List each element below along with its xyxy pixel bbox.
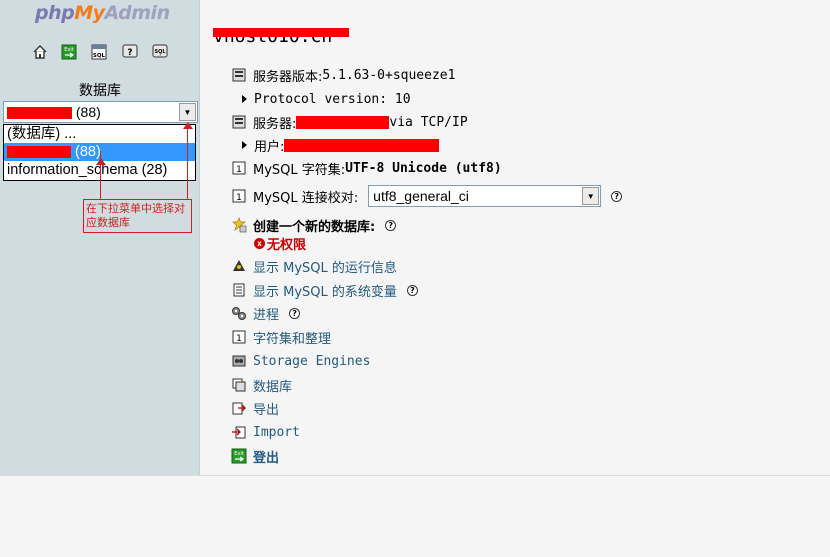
redaction — [213, 28, 349, 37]
new-database-icon — [231, 217, 247, 233]
exit-icon: Exit — [231, 448, 247, 464]
svg-text:SQL: SQL — [93, 53, 106, 59]
svg-text:?: ? — [159, 53, 161, 58]
redaction — [7, 146, 71, 159]
database-select-value: (88) — [7, 104, 101, 120]
import-icon — [231, 424, 247, 440]
database-label: 数据库 — [79, 83, 121, 99]
link-import[interactable]: Import — [231, 422, 300, 442]
link-logout[interactable]: Exit 登出 — [231, 446, 279, 466]
exit-icon[interactable]: Exit — [61, 44, 77, 60]
sql-doc-icon[interactable]: SQL? — [152, 44, 168, 60]
database-option-placeholder[interactable]: (数据库) ... — [4, 125, 195, 143]
protocol-row: Protocol version: 10 — [231, 89, 411, 109]
collation-select[interactable]: utf8_general_ci ▼ — [368, 185, 602, 207]
server-icon — [231, 67, 247, 83]
phpmyadmin-logo[interactable]: phpMyAdmin — [35, 2, 170, 24]
redaction — [284, 138, 440, 152]
no-permission-row: x 无权限 — [254, 233, 306, 253]
help-icon[interactable]: ? — [385, 219, 397, 231]
annotation-box: 在下拉菜单中选择对应数据库 — [83, 199, 192, 233]
processes-icon — [231, 305, 247, 321]
charset-icon: 1 — [231, 160, 247, 176]
link-databases[interactable]: 数据库 — [231, 375, 292, 395]
link-system-variables[interactable]: 显示 MySQL 的系统变量 ? — [231, 280, 418, 300]
annotation-arrow-head — [183, 122, 193, 129]
bottom-blank-area — [0, 475, 830, 557]
variables-icon — [231, 282, 247, 298]
help-icon[interactable]: ? — [611, 190, 623, 202]
server-icon — [231, 114, 247, 130]
annotation-arrow-line — [187, 124, 188, 200]
svg-text:1: 1 — [236, 193, 242, 203]
sql-query-icon[interactable]: SQL — [91, 44, 107, 60]
redaction — [7, 107, 72, 120]
server-title: vhost010.cn — [213, 26, 349, 47]
bullet-arrow-icon — [242, 95, 247, 103]
main-frame: vhost010.cn 服务器版本: 5.1.63-0+squeeze1 Pro… — [200, 0, 830, 557]
link-processes[interactable]: 进程 ? — [231, 303, 301, 323]
collation-icon: 1 — [231, 188, 247, 204]
database-select[interactable]: (88) ▼ — [3, 101, 198, 123]
left-frame: phpMyAdmin Exit SQL ? SQL? 数据库 (88) ▼ (数… — [0, 0, 200, 475]
user-row: 用户: — [231, 135, 440, 155]
databases-icon — [231, 377, 247, 393]
export-icon — [231, 400, 247, 416]
charset-row: 1 MySQL 字符集: UTF-8 Unicode (utf8) — [231, 158, 502, 178]
collation-row: 1 MySQL 连接校对: utf8_general_ci ▼ ? — [231, 184, 623, 208]
svg-text:Exit: Exit — [64, 47, 74, 53]
dropdown-arrow-icon[interactable]: ▼ — [179, 103, 196, 121]
server-version-row: 服务器版本: 5.1.63-0+squeeze1 — [231, 65, 455, 85]
bullet-arrow-icon — [242, 141, 247, 149]
svg-text:Exit: Exit — [234, 451, 244, 457]
link-charsets[interactable]: 1 字符集和整理 — [231, 327, 331, 347]
redaction — [296, 115, 390, 129]
annotation-arrow-head-2 — [96, 158, 106, 165]
svg-text:1: 1 — [236, 334, 242, 344]
runtime-info-icon — [231, 258, 247, 274]
charset-icon: 1 — [231, 329, 247, 345]
help-doc-icon[interactable]: ? — [122, 44, 138, 60]
server-row: 服务器: via TCP/IP — [231, 112, 468, 132]
svg-text:?: ? — [127, 48, 132, 58]
engines-icon — [231, 353, 247, 369]
help-icon[interactable]: ? — [406, 284, 418, 296]
link-runtime-info[interactable]: 显示 MySQL 的运行信息 — [231, 256, 397, 276]
create-database-row: 创建一个新的数据库: ? — [231, 215, 397, 235]
error-icon: x — [254, 237, 265, 249]
link-storage-engines[interactable]: Storage Engines — [231, 351, 370, 371]
dropdown-arrow-icon[interactable]: ▼ — [582, 187, 600, 205]
link-export[interactable]: 导出 — [231, 398, 279, 418]
svg-text:1: 1 — [236, 165, 242, 175]
help-icon[interactable]: ? — [289, 307, 301, 319]
home-icon[interactable] — [32, 44, 48, 60]
